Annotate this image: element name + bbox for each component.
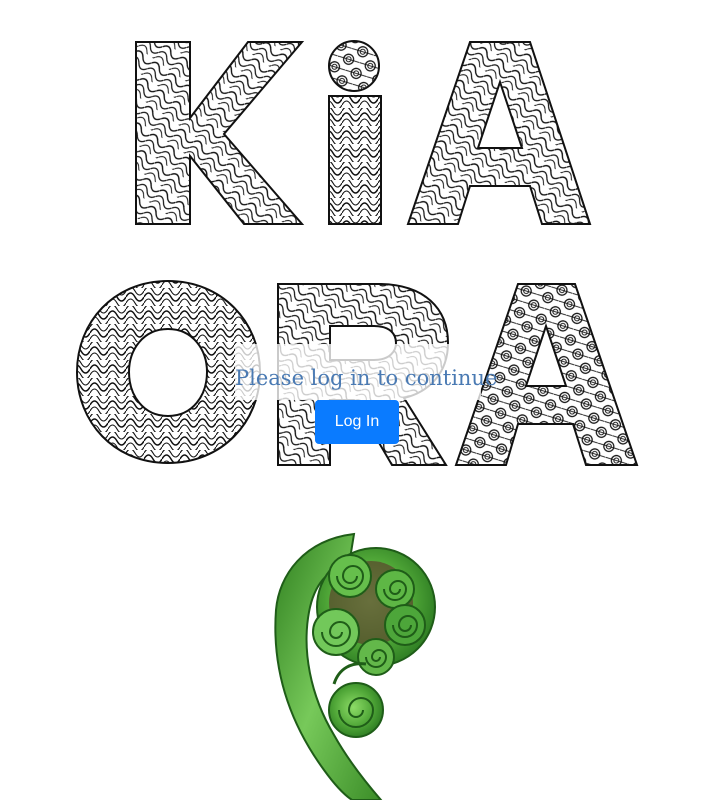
- login-button[interactable]: Log In: [315, 400, 399, 444]
- login-panel: Please log in to continue Log In: [235, 344, 498, 448]
- letter-i: [328, 40, 382, 225]
- koru-fern-illustration: [274, 532, 436, 800]
- letter-o: [75, 279, 262, 465]
- letter-k: [135, 41, 305, 225]
- login-prompt: Please log in to continue: [235, 366, 498, 390]
- login-page: Please log in to continue Log In: [0, 0, 714, 800]
- letter-a-top: [406, 41, 592, 225]
